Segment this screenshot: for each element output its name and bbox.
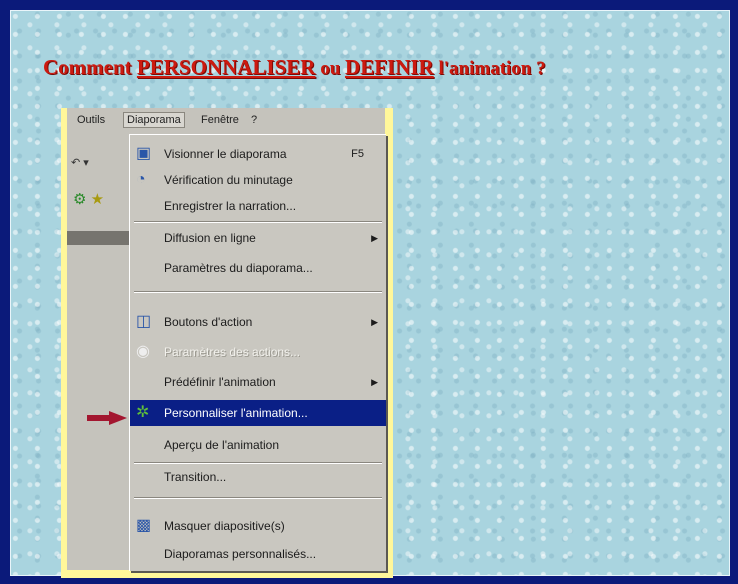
menu-item-diffusion[interactable]: Diffusion en ligne ▶ (130, 225, 386, 251)
menu-item-diaporamas-perso[interactable]: Diaporamas personnalisés... (130, 541, 386, 567)
menu-separator (134, 497, 382, 499)
title-part-comment: Comment (43, 55, 137, 79)
slideshow-icon: ▣ (136, 145, 152, 162)
undo-icon[interactable]: ↶ ▾ (71, 156, 89, 169)
menu-fenetre[interactable]: Fenêtre (201, 114, 239, 126)
title-part-personnaliser: PERSONNALISER (136, 55, 316, 79)
slide-frame: Comment PERSONNALISER ou DEFINIR l'anima… (6, 6, 732, 578)
menu-outils[interactable]: Outils (77, 114, 105, 126)
menu-item-predefinir[interactable]: Prédéfinir l'animation ▶ (130, 369, 386, 395)
menu-item-transition[interactable]: Transition... (130, 464, 386, 490)
menu-item-verification[interactable]: ◔ Vérification du minutage (130, 167, 386, 193)
menu-help[interactable]: ? (251, 114, 257, 126)
action-settings-icon: ◉ (136, 343, 150, 360)
toolbar-icons: ⚙ ★ (73, 190, 104, 208)
title-part-ou: ou (315, 58, 346, 79)
menu-item-masquer[interactable]: ▩ Masquer diapositive(s) (130, 513, 386, 539)
title-part-definir: DEFINIR (345, 55, 434, 79)
star-icon[interactable]: ★ (91, 191, 104, 208)
custom-animation-icon: ✲ (136, 404, 150, 421)
menu-diaporama[interactable]: Diaporama (123, 112, 185, 128)
menu-item-visionner[interactable]: ▣ Visionner le diaporama F5 (130, 141, 386, 167)
slide-title: Comment PERSONNALISER ou DEFINIR l'anima… (43, 55, 723, 80)
menu-separator (134, 291, 382, 293)
menu-item-parametres-actions: ◉ Paramètres des actions... (136, 343, 301, 360)
menu-item-personnaliser[interactable]: ✲ Personnaliser l'animation... (130, 400, 386, 426)
menu-item-parametres[interactable]: Paramètres du diaporama... (130, 255, 386, 281)
menu-item-apercu[interactable]: Aperçu de l'animation (130, 432, 386, 458)
menu-item-enregistrer[interactable]: Enregistrer la narration... (130, 193, 386, 219)
menu-item-boutons-action[interactable]: ◫ Boutons d'action ▶ (130, 309, 386, 335)
app-window-screenshot: Outils Diaporama Fenêtre ? ↶ ▾ ⚙ ★ ▣ Vis… (67, 108, 386, 571)
hide-slide-icon: ▩ (136, 517, 152, 534)
timer-icon: ◔ (136, 171, 146, 188)
menu-separator (134, 221, 382, 223)
slide-canvas: Comment PERSONNALISER ou DEFINIR l'anima… (10, 10, 730, 578)
menu-bar: Outils Diaporama Fenêtre ? (67, 108, 385, 134)
submenu-arrow-icon: ▶ (371, 377, 378, 387)
action-buttons-icon: ◫ (136, 313, 152, 330)
submenu-arrow-icon: ▶ (371, 317, 378, 327)
toolbar-gray-strip (67, 231, 129, 245)
animation-effect-icon[interactable]: ⚙ (73, 191, 86, 208)
submenu-arrow-icon: ▶ (371, 233, 378, 243)
diaporama-dropdown-menu: ▣ Visionner le diaporama F5 ◔ Vérificati… (129, 134, 386, 571)
title-part-animation: l'animation ? (433, 58, 546, 79)
pointer-arrow-icon (87, 411, 127, 425)
